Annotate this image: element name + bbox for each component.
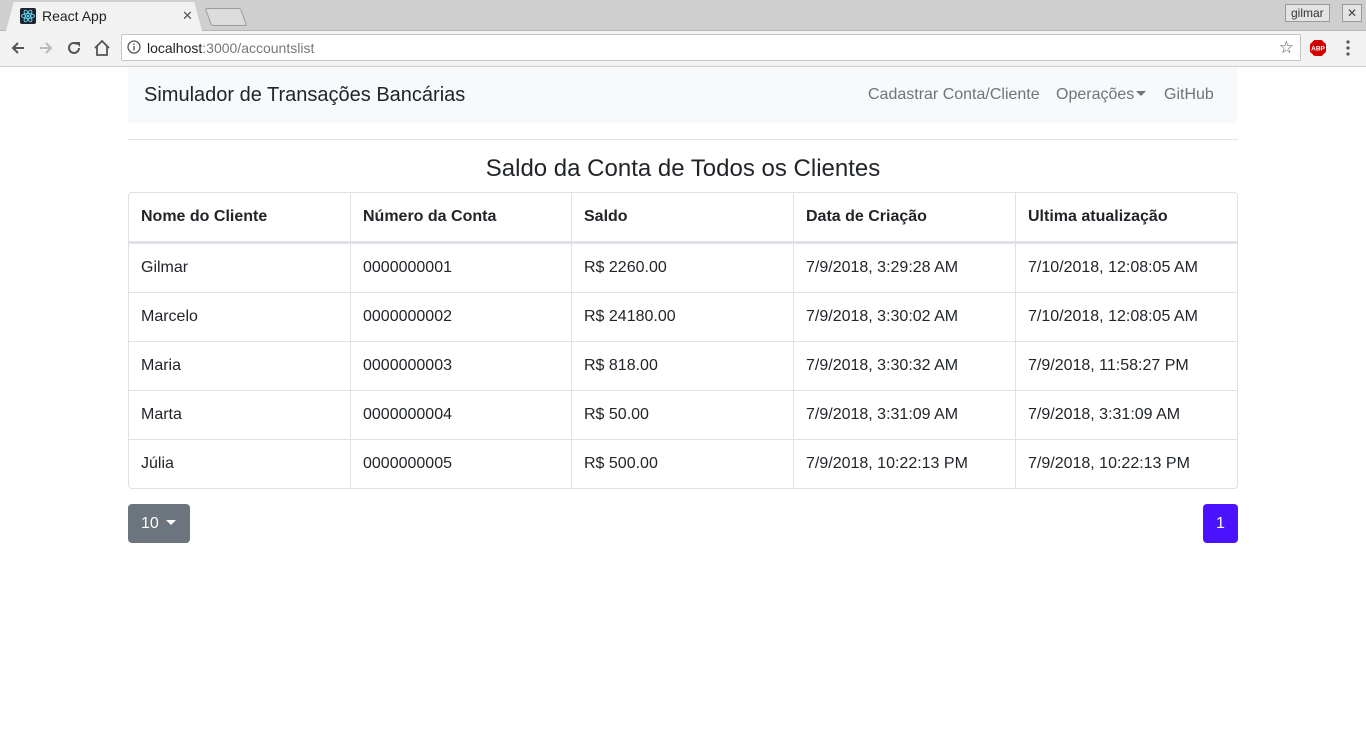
caret-down-icon bbox=[165, 520, 176, 525]
cell-created-at: 7/9/2018, 3:29:28 AM bbox=[793, 242, 1016, 293]
cell-created-at: 7/9/2018, 10:22:13 PM bbox=[793, 439, 1016, 488]
cell-updated-at: 7/9/2018, 10:22:13 PM bbox=[1015, 439, 1237, 488]
new-tab-button[interactable] bbox=[204, 8, 248, 26]
app-navbar: Simulador de Transações Bancárias Cadast… bbox=[128, 67, 1238, 123]
cell-updated-at: 7/9/2018, 3:31:09 AM bbox=[1015, 390, 1237, 440]
table-row: Júlia 0000000005 R$ 500.00 7/9/2018, 10:… bbox=[129, 439, 1237, 488]
window-close-button[interactable]: ✕ bbox=[1342, 4, 1362, 22]
caret-down-icon bbox=[1136, 91, 1147, 96]
reload-icon[interactable] bbox=[64, 38, 84, 58]
table-row: Marta 0000000004 R$ 50.00 7/9/2018, 3:31… bbox=[129, 390, 1237, 440]
nav-dropdown-label: Operações bbox=[1056, 86, 1135, 103]
tab-title: React App bbox=[42, 8, 107, 24]
browser-tab[interactable]: React App ✕ bbox=[6, 2, 202, 31]
cell-created-at: 7/9/2018, 3:30:32 AM bbox=[793, 341, 1016, 391]
info-icon[interactable] bbox=[127, 40, 141, 54]
page-size-value: 10 bbox=[141, 515, 159, 532]
column-header[interactable]: Número da Conta bbox=[350, 193, 572, 244]
page-title: Saldo da Conta de Todos os Clientes bbox=[485, 155, 881, 182]
cell-account-number: 0000000005 bbox=[350, 439, 572, 488]
adblock-label: ABP bbox=[1311, 46, 1325, 53]
url-text: localhost:3000/accountslist bbox=[147, 40, 314, 56]
browser-menu-icon[interactable] bbox=[1342, 38, 1354, 58]
url-path: :3000/accountslist bbox=[202, 40, 315, 56]
cell-balance: R$ 2260.00 bbox=[571, 242, 794, 293]
adblock-icon[interactable]: ABP bbox=[1309, 39, 1327, 57]
back-arrow-icon[interactable] bbox=[8, 38, 28, 58]
cell-account-number: 0000000001 bbox=[350, 242, 572, 293]
browser-toolbar: localhost:3000/accountslist ☆ ABP bbox=[0, 31, 1366, 67]
cell-balance: R$ 818.00 bbox=[571, 341, 794, 391]
navbar-brand[interactable]: Simulador de Transações Bancárias bbox=[144, 84, 465, 107]
nav-link-github[interactable]: GitHub bbox=[1164, 86, 1214, 104]
nav-dropdown-operacoes[interactable]: Operações bbox=[1056, 86, 1147, 104]
cell-client-name: Marta bbox=[129, 390, 351, 440]
cell-client-name: Marcelo bbox=[129, 292, 351, 342]
browser-tab-strip: React App ✕ gilmar ✕ bbox=[0, 0, 1366, 31]
cell-updated-at: 7/9/2018, 11:58:27 PM bbox=[1015, 341, 1237, 391]
cell-updated-at: 7/10/2018, 12:08:05 AM bbox=[1015, 292, 1237, 342]
page-size-dropdown[interactable]: 10 bbox=[128, 504, 190, 543]
table-header-row: Nome do Cliente Número da Conta Saldo Da… bbox=[129, 193, 1237, 244]
cell-balance: R$ 500.00 bbox=[571, 439, 794, 488]
cell-balance: R$ 50.00 bbox=[571, 390, 794, 440]
column-header[interactable]: Saldo bbox=[571, 193, 794, 244]
cell-client-name: Maria bbox=[129, 341, 351, 391]
cell-balance: R$ 24180.00 bbox=[571, 292, 794, 342]
column-header[interactable]: Data de Criação bbox=[793, 193, 1016, 244]
cell-updated-at: 7/10/2018, 12:08:05 AM bbox=[1015, 242, 1237, 293]
accounts-table: Nome do Cliente Número da Conta Saldo Da… bbox=[128, 192, 1238, 489]
address-bar[interactable]: localhost:3000/accountslist ☆ bbox=[121, 34, 1301, 61]
bookmark-star-icon[interactable]: ☆ bbox=[1279, 39, 1294, 56]
table-row: Maria 0000000003 R$ 818.00 7/9/2018, 3:3… bbox=[129, 341, 1237, 391]
cell-client-name: Júlia bbox=[129, 439, 351, 488]
tab-close-icon[interactable]: ✕ bbox=[182, 8, 193, 24]
divider bbox=[128, 139, 1238, 140]
cell-created-at: 7/9/2018, 3:30:02 AM bbox=[793, 292, 1016, 342]
table-row: Gilmar 0000000001 R$ 2260.00 7/9/2018, 3… bbox=[129, 242, 1237, 293]
react-logo-icon bbox=[20, 8, 36, 24]
cell-account-number: 0000000002 bbox=[350, 292, 572, 342]
column-header[interactable]: Nome do Cliente bbox=[129, 193, 351, 244]
column-header[interactable]: Ultima atualização bbox=[1015, 193, 1237, 244]
profile-button[interactable]: gilmar bbox=[1285, 4, 1330, 22]
cell-account-number: 0000000003 bbox=[350, 341, 572, 391]
pagination-page-button[interactable]: 1 bbox=[1203, 504, 1238, 543]
url-host: localhost bbox=[147, 40, 203, 56]
cell-client-name: Gilmar bbox=[129, 242, 351, 293]
cell-account-number: 0000000004 bbox=[350, 390, 572, 440]
table-row: Marcelo 0000000002 R$ 24180.00 7/9/2018,… bbox=[129, 292, 1237, 342]
cell-created-at: 7/9/2018, 3:31:09 AM bbox=[793, 390, 1016, 440]
nav-link-cadastrar[interactable]: Cadastrar Conta/Cliente bbox=[868, 86, 1040, 104]
forward-arrow-icon[interactable] bbox=[36, 38, 56, 58]
home-icon[interactable] bbox=[92, 38, 112, 58]
